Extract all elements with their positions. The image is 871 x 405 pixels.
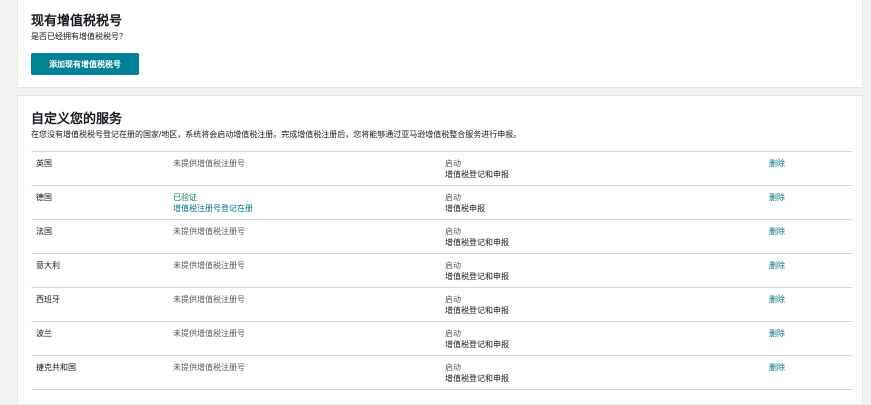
delete-link[interactable]: 删除 — [769, 294, 785, 305]
table-row: 德国 已验证 增值税注册号登记在册 启动 增值税申报 删除 — [31, 186, 853, 220]
country-name: 波兰 — [36, 329, 52, 338]
status-label: 启动 — [445, 227, 461, 236]
vat-status: 未提供增值税注册号 — [173, 363, 245, 372]
status-label: 启动 — [445, 363, 461, 372]
table-row: 意大利 未提供增值税注册号 启动 增值税登记和申报 删除 — [31, 254, 853, 288]
delete-link[interactable]: 删除 — [769, 328, 785, 339]
vat-status: 未提供增值税注册号 — [173, 329, 245, 338]
service-status: 启动 增值税申报 — [445, 192, 485, 214]
service-status: 启动 增值税登记和申报 — [445, 158, 509, 180]
delete-link[interactable]: 删除 — [769, 260, 785, 271]
table-row: 捷克共和国 未提供增值税注册号 启动 增值税登记和申报 删除 — [31, 356, 853, 390]
service-status: 启动 增值税登记和申报 — [445, 226, 509, 248]
service-status: 启动 增值税登记和申报 — [445, 260, 509, 282]
verified-label: 已验证 — [173, 193, 197, 202]
vat-registered-link[interactable]: 增值税注册号登记在册 — [173, 203, 253, 214]
existing-vat-card: 现有增值税税号 是否已经拥有增值税税号？ 添加现有增值税税号 — [17, 0, 863, 88]
status-label: 启动 — [445, 261, 461, 270]
service-type: 增值税登记和申报 — [445, 170, 509, 179]
service-type: 增值税登记和申报 — [445, 306, 509, 315]
table-row: 波兰 未提供增值税注册号 启动 增值税登记和申报 删除 — [31, 322, 853, 356]
vat-status: 已验证 增值税注册号登记在册 — [173, 192, 253, 214]
country-name: 法国 — [36, 227, 52, 236]
status-label: 启动 — [445, 159, 461, 168]
table-row: 西班牙 未提供增值税注册号 启动 增值税登记和申报 删除 — [31, 288, 853, 322]
custom-services-description: 在您没有增值税税号登记在册的国家/地区，系统将会启动增值税注册。完成增值税注册后… — [31, 130, 522, 139]
existing-vat-question: 是否已经拥有增值税税号？ — [31, 32, 127, 41]
custom-services-card: 自定义您的服务 在您没有增值税税号登记在册的国家/地区，系统将会启动增值税注册。… — [17, 95, 863, 405]
service-type: 增值税登记和申报 — [445, 374, 509, 383]
service-type: 增值税申报 — [445, 204, 485, 213]
table-row: 法国 未提供增值税注册号 启动 增值税登记和申报 删除 — [31, 220, 853, 254]
delete-link[interactable]: 删除 — [769, 226, 785, 237]
add-existing-vat-button[interactable]: 添加现有增值税税号 — [31, 53, 139, 75]
status-label: 启动 — [445, 295, 461, 304]
country-name: 捷克共和国 — [36, 363, 76, 372]
service-status: 启动 增值税登记和申报 — [445, 328, 509, 350]
vat-status: 未提供增值税注册号 — [173, 295, 245, 304]
service-status: 启动 增值税登记和申报 — [445, 362, 509, 384]
delete-link[interactable]: 删除 — [769, 362, 785, 373]
country-name: 意大利 — [36, 261, 60, 270]
delete-link[interactable]: 删除 — [769, 192, 785, 203]
vat-status: 未提供增值税注册号 — [173, 261, 245, 270]
country-name: 德国 — [36, 193, 52, 202]
country-name: 西班牙 — [36, 295, 60, 304]
existing-vat-title: 现有增值税税号 — [31, 13, 123, 28]
service-type: 增值税登记和申报 — [445, 340, 509, 349]
status-label: 启动 — [445, 329, 461, 338]
service-type: 增值税登记和申报 — [445, 272, 509, 281]
table-row: 英国 未提供增值税注册号 启动 增值税登记和申报 删除 — [31, 152, 853, 186]
vat-status: 未提供增值税注册号 — [173, 159, 245, 168]
services-table: 英国 未提供增值税注册号 启动 增值税登记和申报 删除 德国 已验证 增值税注册… — [31, 151, 853, 390]
country-name: 英国 — [36, 159, 52, 168]
vat-status: 未提供增值税注册号 — [173, 227, 245, 236]
status-label: 启动 — [445, 193, 461, 202]
custom-services-title: 自定义您的服务 — [31, 111, 123, 126]
service-status: 启动 增值税登记和申报 — [445, 294, 509, 316]
delete-link[interactable]: 删除 — [769, 158, 785, 169]
service-type: 增值税登记和申报 — [445, 238, 509, 247]
